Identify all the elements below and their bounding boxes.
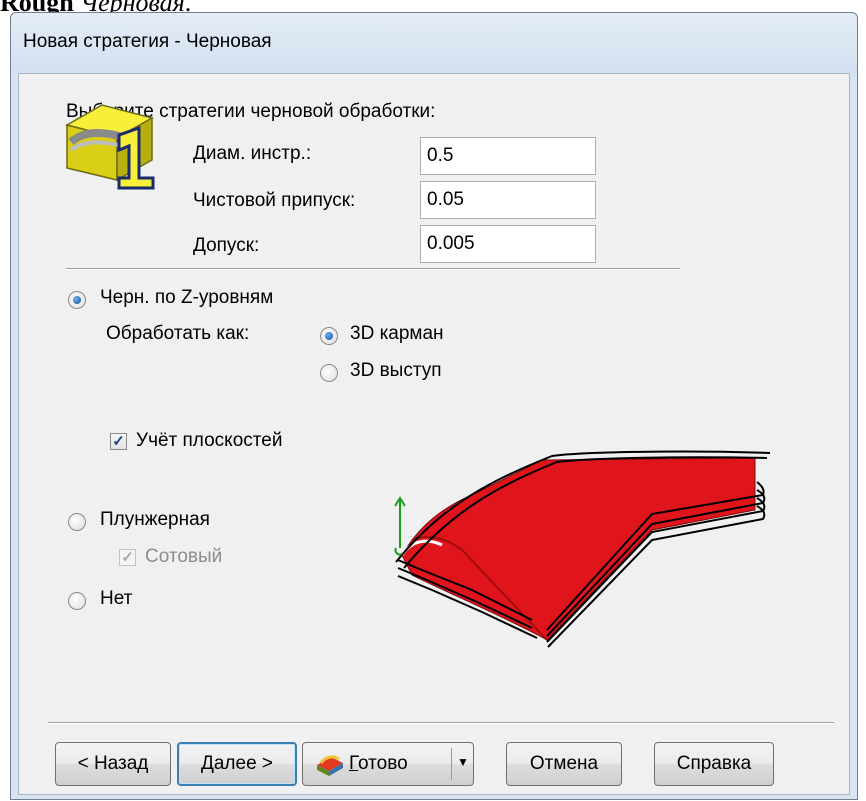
z-level-radio[interactable] [68, 291, 86, 309]
none-radio[interactable] [68, 592, 86, 610]
machine-as-label: Обработать как: [106, 323, 250, 344]
boss-3d-label[interactable]: 3D выступ [350, 360, 442, 382]
help-button[interactable]: Справка [654, 742, 774, 786]
finish-label: Готово [349, 753, 408, 775]
flats-label[interactable]: Учёт плоскостей [136, 430, 282, 452]
strategy-preview-image [394, 450, 771, 648]
window-title: Новая стратегия - Черновая [23, 31, 272, 52]
split-divider [451, 748, 452, 780]
flats-checkbox[interactable]: ✓ [110, 433, 127, 450]
finish-allowance-input[interactable] [420, 181, 596, 219]
plunge-label[interactable]: Плунжерная [100, 509, 210, 531]
title-bar[interactable]: Новая стратегия - Черновая [11, 13, 857, 73]
z-level-label[interactable]: Черн. по Z-уровням [100, 287, 273, 309]
tool-diameter-input[interactable] [420, 137, 596, 175]
tool-diameter-label: Диам. инстр.: [193, 143, 312, 164]
pocket-3d-radio[interactable] [320, 327, 338, 345]
plunge-radio[interactable] [68, 513, 86, 531]
tolerance-input[interactable] [420, 225, 596, 263]
pocket-3d-label[interactable]: 3D карман [350, 323, 444, 345]
footer-divider [48, 722, 834, 724]
rough-strategy-icon [65, 104, 155, 190]
next-button[interactable]: Далее > [177, 742, 297, 786]
finish-icon [317, 755, 343, 776]
finish-allowance-label: Чистовой припуск: [193, 190, 356, 211]
honeycomb-checkbox: ✓ [119, 549, 136, 566]
finish-mnemonic: Г [349, 753, 359, 774]
finish-label-rest: отово [358, 753, 408, 774]
back-button[interactable]: < Назад [55, 742, 171, 786]
honeycomb-label: Сотовый [145, 546, 223, 567]
tolerance-label: Допуск: [193, 235, 260, 256]
none-label[interactable]: Нет [100, 588, 132, 610]
boss-3d-radio[interactable] [320, 364, 338, 382]
dropdown-arrow-icon[interactable]: ▼ [457, 755, 469, 769]
cancel-button[interactable]: Отмена [506, 742, 622, 786]
finish-split-button[interactable]: Готово ▼ [302, 742, 474, 786]
section-divider [66, 268, 680, 270]
